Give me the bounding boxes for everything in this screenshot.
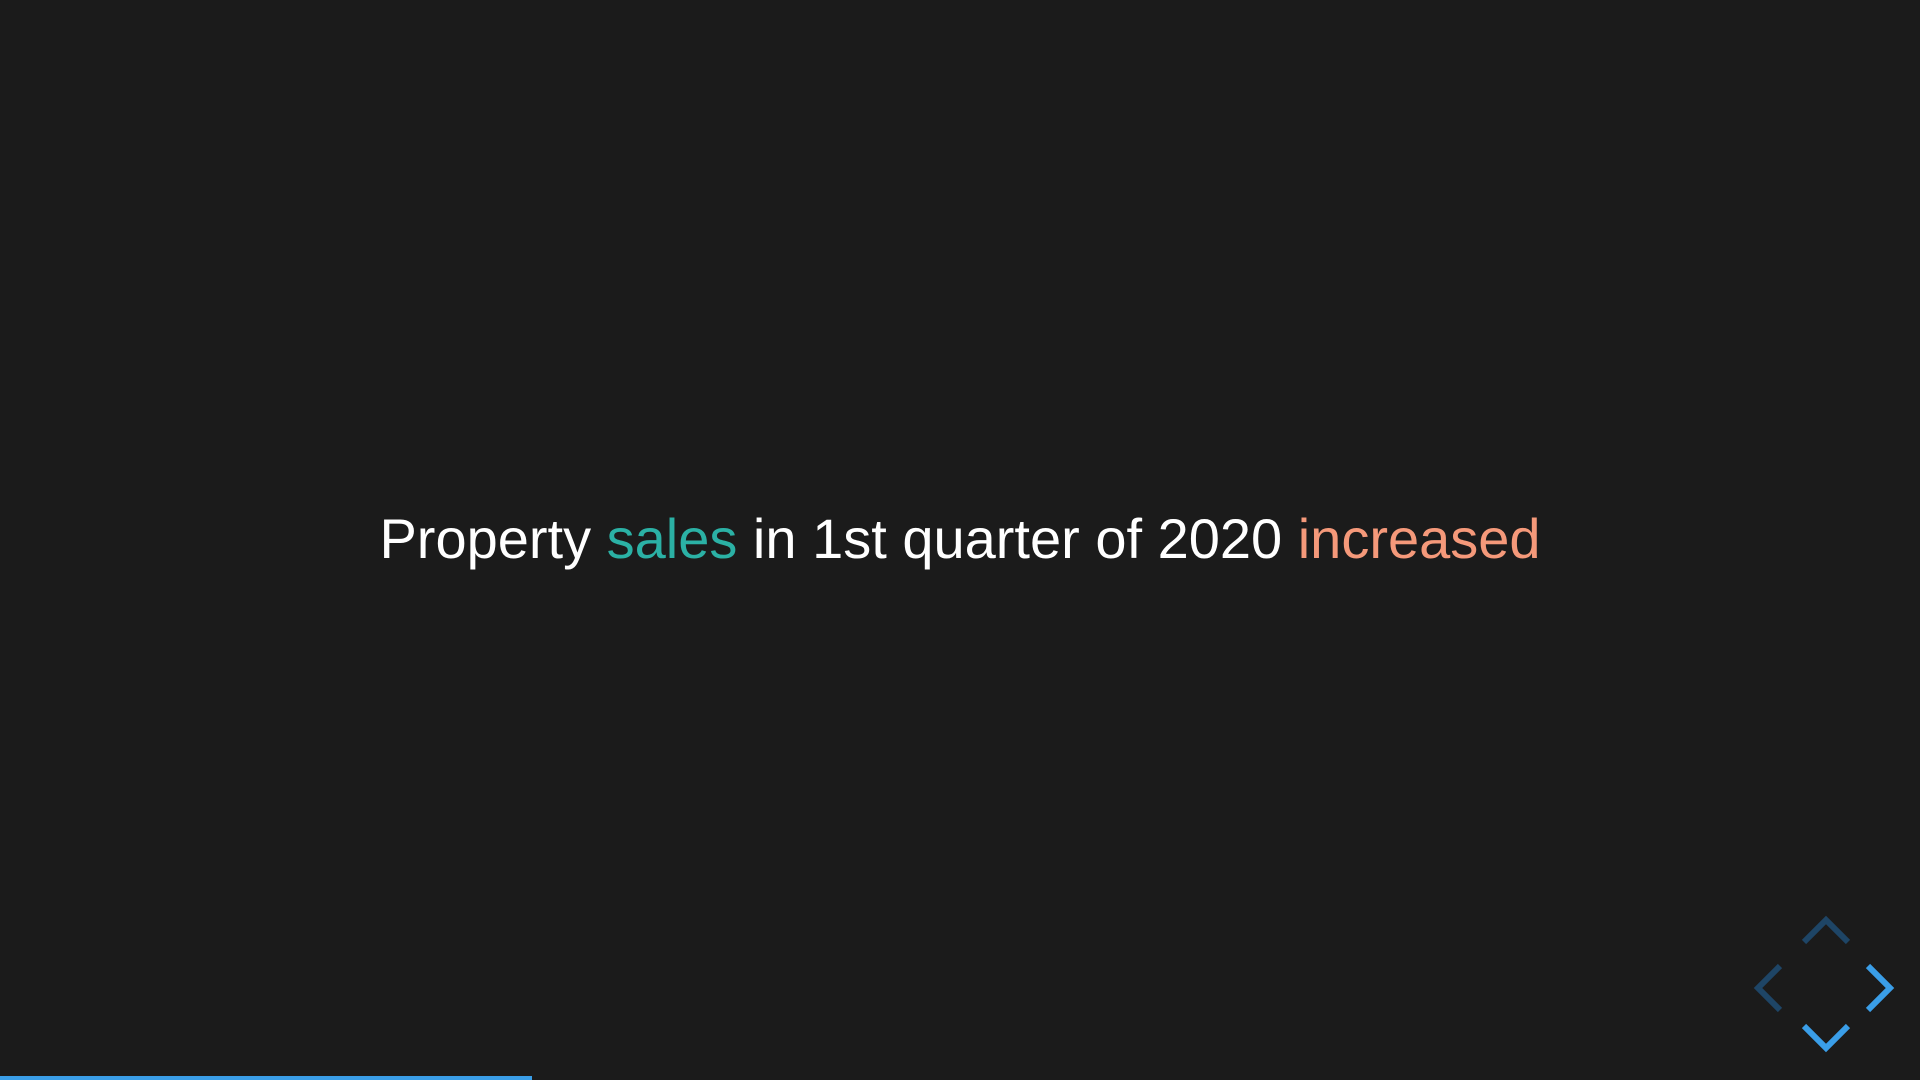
slide: Property sales in 1st quarter of 2020 in… — [0, 0, 1920, 1080]
headline-part-increased: increased — [1297, 507, 1541, 570]
navigate-down-button[interactable] — [1798, 1020, 1854, 1054]
chevron-up-icon — [1801, 915, 1851, 945]
presentation-progress-bar[interactable] — [0, 1076, 1920, 1080]
headline-part-middle: in 1st quarter of 2020 — [737, 507, 1298, 570]
navigate-up-button[interactable] — [1798, 914, 1854, 948]
chevron-left-icon — [1753, 963, 1783, 1013]
navigate-left-button[interactable] — [1752, 960, 1786, 1016]
chevron-down-icon — [1801, 1023, 1851, 1053]
navigate-right-button[interactable] — [1862, 960, 1896, 1016]
headline-part-sales: sales — [606, 507, 738, 570]
slide-headline: Property sales in 1st quarter of 2020 in… — [0, 500, 1920, 578]
progress-fill — [0, 1076, 532, 1080]
navigation-controls — [1752, 914, 1900, 1062]
chevron-right-icon — [1865, 963, 1895, 1013]
headline-part-property: Property — [379, 507, 607, 570]
